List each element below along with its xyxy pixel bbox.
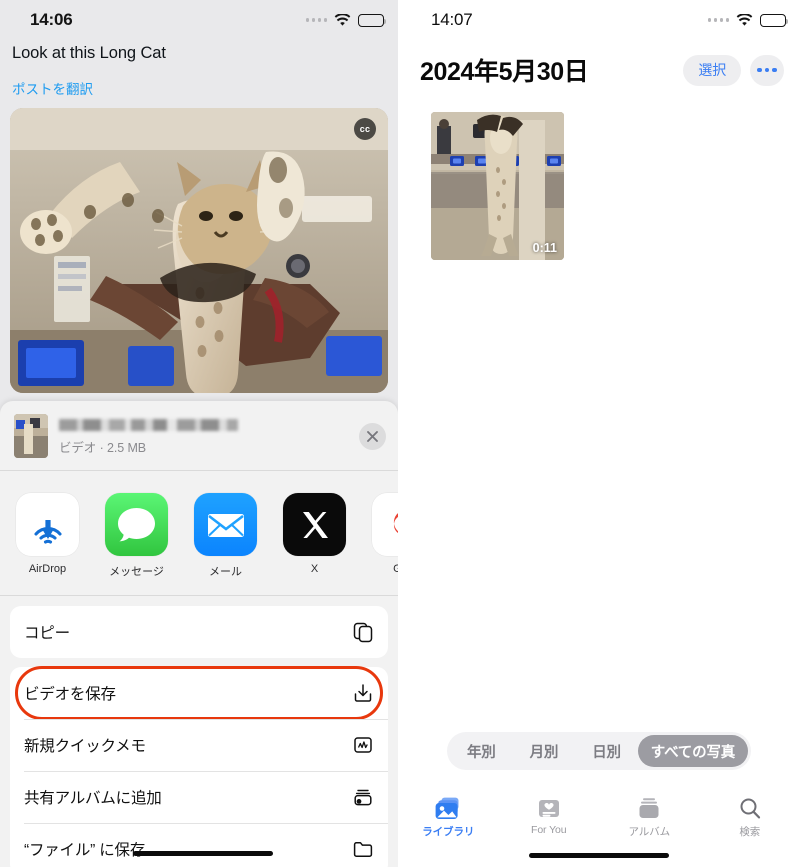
tab-for-you[interactable]: For You [499,794,600,839]
close-button[interactable] [359,422,386,450]
share-action-label: ビデオを保存 [24,686,116,703]
photos-header: 2024年5月30日 選択 [398,40,800,88]
share-app-google[interactable]: Goo [372,493,398,579]
tab-label: 検索 [739,826,761,838]
page-title: 2024年5月30日 [420,58,589,86]
share-app-x[interactable]: X [283,493,346,579]
share-sheet: ビデオ · 2.5 MB AirDrop メッセージ メール X コピー ビデオ… [0,401,398,867]
share-app-label: AirDrop [28,563,67,575]
folder-icon [353,841,373,858]
search-icon [738,794,762,820]
share-action-label: 共有アルバムに追加 [24,790,162,807]
timeline-segmented-control-wrap: 年別 月別 日別 すべての写真 [398,732,800,770]
ellipsis-icon [757,67,762,73]
status-bar-clock: 14:07 [431,10,473,29]
x-app-icon [283,493,346,556]
photos-library-icon [435,794,462,820]
ellipsis-icon [764,67,770,73]
video-thumbnail-image [431,112,564,260]
ellipsis-icon [772,67,777,73]
attachment-meta: ビデオ · 2.5 MB [59,417,348,456]
post-text: Look at this Long Cat [12,44,166,62]
select-button[interactable]: 選択 [683,54,741,86]
status-bar-indicators [707,13,789,27]
albums-icon [637,794,661,820]
left-status-bar: 14:06 [0,0,398,40]
tab-label: アルバム [628,826,671,838]
video-duration-badge: 0:11 [532,241,557,255]
more-options-button[interactable] [750,54,784,86]
share-attachment-row: ビデオ · 2.5 MB [0,401,398,471]
photos-grid: 0:11 [398,88,800,260]
home-indicator [529,853,669,858]
battery-icon [358,13,387,27]
share-app-mail[interactable]: メール [194,493,257,579]
copy-icon [353,622,373,643]
segment-days[interactable]: 日別 [575,735,638,767]
share-action-label: 新規クイックメモ [24,738,146,755]
dual-screenshot-container: 14:06 Look at this Long Cat ポストを翻訳 cc ビデ… [0,0,800,867]
right-screen-photos-app: 14:07 2024年5月30日 選択 0:11 年別 月別 日別 すべての写真… [398,0,800,867]
translate-post-link[interactable]: ポストを翻訳 [0,64,398,108]
share-action-label: “ファイル” に保存 [24,842,146,859]
wifi-icon [736,13,753,26]
share-app-label: X [310,563,319,575]
share-action-label: コピー [24,625,70,642]
attachment-thumbnail [14,414,48,458]
segment-all-photos[interactable]: すべての写真 [637,735,749,767]
tab-search[interactable]: 検索 [700,794,800,839]
messages-icon [105,493,168,556]
quick-note-icon [354,737,372,753]
attachment-subtitle: ビデオ · 2.5 MB [59,440,147,455]
share-action-save-video[interactable]: ビデオを保存 [10,667,388,719]
tab-label: For You [531,824,567,836]
download-icon [354,684,372,702]
attachment-title-redacted [59,418,239,431]
signal-dots-icon [707,18,729,22]
wifi-icon [334,13,351,26]
share-app-messages[interactable]: メッセージ [105,493,168,579]
photo-grid-item[interactable]: 0:11 [431,112,564,260]
share-app-label: メール [209,566,242,578]
signal-dots-icon [305,18,327,22]
share-action-save-to-files[interactable]: “ファイル” に保存 [10,823,388,867]
timeline-segmented-control: 年別 月別 日別 すべての写真 [446,732,752,770]
for-you-icon [537,794,561,820]
share-action-add-shared-album[interactable]: 共有アルバムに追加 [10,771,388,823]
status-bar-clock: 14:06 [30,10,73,29]
tab-library[interactable]: ライブラリ [398,794,499,839]
tab-albums[interactable]: アルバム [599,794,700,839]
share-app-airdrop[interactable]: AirDrop [16,493,79,579]
share-action-new-quick-note[interactable]: 新規クイックメモ [10,719,388,771]
attachment-thumbnail-image [14,414,48,458]
left-screen-share-sheet: 14:06 Look at this Long Cat ポストを翻訳 cc ビデ… [0,0,398,867]
right-status-bar: 14:07 [398,0,800,40]
share-action-card-copy: コピー [10,606,388,658]
photos-tab-bar: ライブラリ For You アルバム 検索 [398,794,800,839]
segment-months[interactable]: 月別 [513,735,576,767]
segment-years[interactable]: 年別 [450,735,513,767]
share-actions-list: コピー ビデオを保存 新規クイックメモ 共有アルバムに追加 “ファイル” に保存 [0,596,398,867]
share-apps-row: AirDrop メッセージ メール X [0,471,398,596]
share-app-label: Goo [372,563,398,575]
google-icon [372,493,398,556]
post-video-player[interactable]: cc [10,108,388,394]
share-app-label: メッセージ [109,566,164,578]
airdrop-icon [16,493,79,556]
share-action-card-group: ビデオを保存 新規クイックメモ 共有アルバムに追加 “ファイル” に保存 [10,667,388,867]
tab-label: ライブラリ [422,826,475,838]
shared-album-icon [354,789,372,806]
close-icon [367,430,378,442]
battery-icon [760,13,789,27]
mail-icon [194,493,257,556]
status-bar-indicators [305,13,387,27]
redaction-line [133,851,273,856]
video-frame-image [10,108,388,394]
share-action-copy[interactable]: コピー [10,606,388,658]
